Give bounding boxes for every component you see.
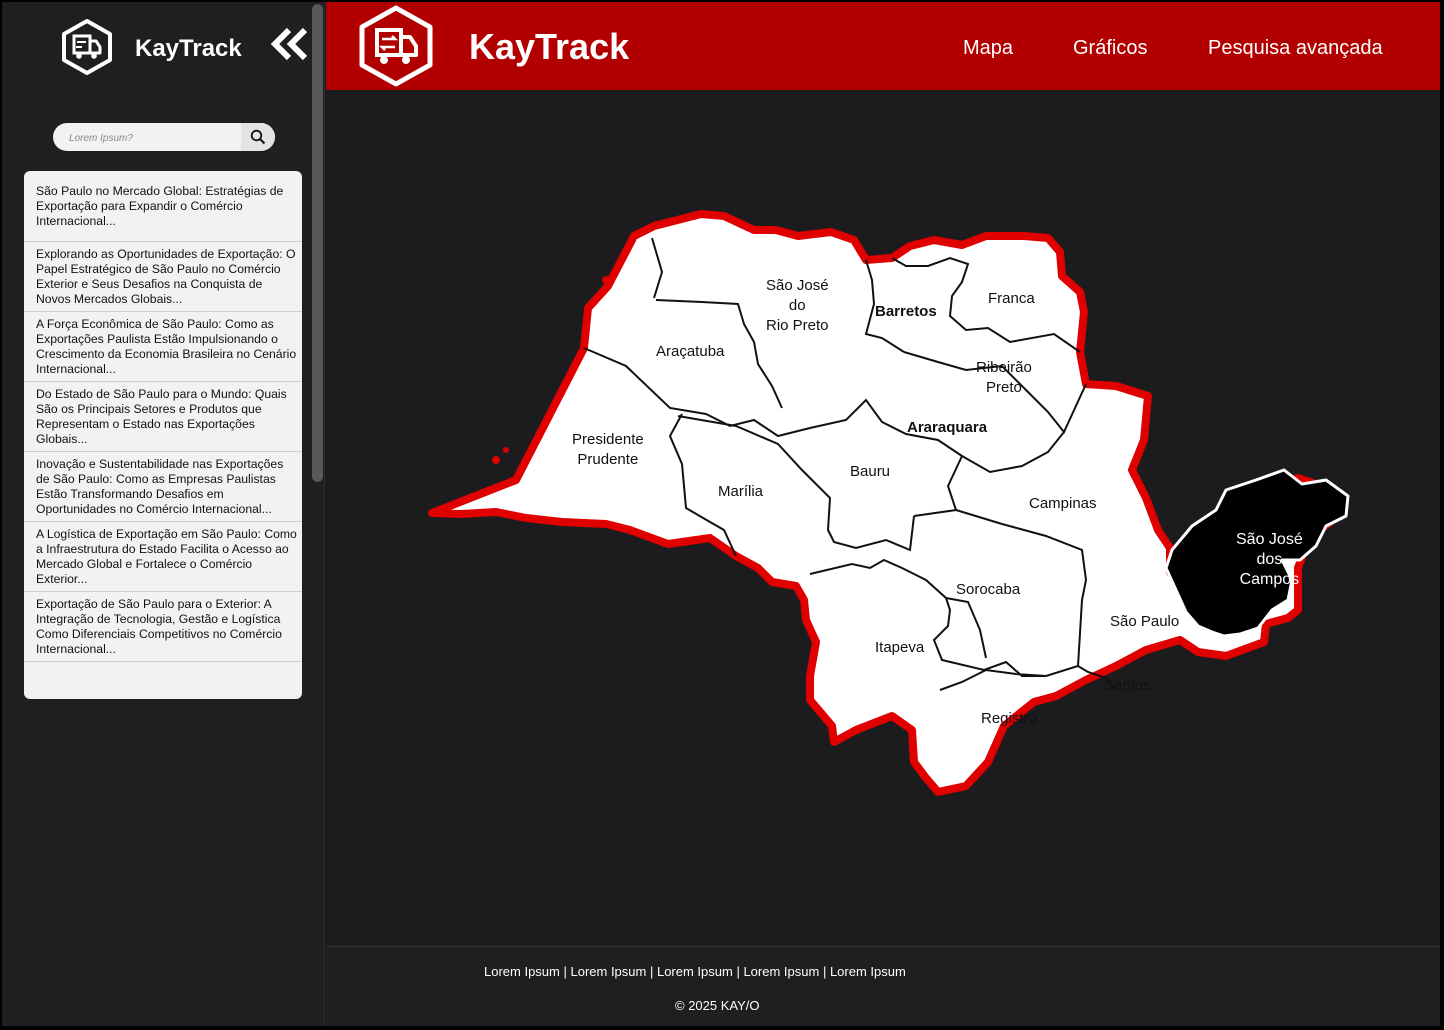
footer-link[interactable]: Lorem Ipsum [657, 964, 733, 979]
sidebar-scrollbar[interactable] [312, 4, 323, 482]
sao-paulo-map [428, 210, 1350, 796]
region-label-sao-paulo[interactable]: São Paulo [1110, 612, 1179, 632]
nav-pesquisa-avancada[interactable]: Pesquisa avançada [1208, 37, 1383, 60]
map-area: São José do Rio Preto Barretos Franca Ar… [326, 90, 1440, 946]
sidebar: KayTrack São Paulo no Mercado Global: Es… [2, 2, 325, 1026]
region-label-barretos[interactable]: Barretos [875, 302, 937, 322]
truck-logo-icon [357, 4, 435, 88]
top-header: KayTrack Mapa Gráficos Pesquisa avançada [326, 2, 1440, 90]
search-icon [250, 129, 266, 145]
footer-link[interactable]: Lorem Ipsum [484, 964, 560, 979]
search-box [53, 123, 275, 153]
search-button[interactable] [241, 123, 275, 151]
region-label-sorocaba[interactable]: Sorocaba [956, 580, 1020, 600]
news-item[interactable]: São Paulo no Mercado Global: Estratégias… [24, 171, 302, 242]
region-label-santos[interactable]: Santos [1104, 676, 1151, 696]
footer: Lorem Ipsum | Lorem Ipsum | Lorem Ipsum … [326, 946, 1440, 1026]
footer-link[interactable]: Lorem Ipsum [570, 964, 646, 979]
region-label-araraquara[interactable]: Araraquara [907, 418, 987, 438]
footer-links: Lorem Ipsum | Lorem Ipsum | Lorem Ipsum … [484, 964, 906, 979]
news-item[interactable]: Do Estado de São Paulo para o Mundo: Qua… [24, 382, 302, 452]
region-label-ribeirao-preto[interactable]: Ribeirão Preto [976, 358, 1032, 398]
footer-link[interactable]: Lorem Ipsum [830, 964, 906, 979]
app-frame: KayTrack São Paulo no Mercado Global: Es… [2, 2, 1440, 1026]
news-item[interactable]: Explorando as Oportunidades de Exportaçã… [24, 242, 302, 312]
region-label-presidente-prudente[interactable]: Presidente Prudente [572, 430, 644, 470]
region-label-marilia[interactable]: Marília [718, 482, 763, 502]
region-label-sao-jose-do-rio-preto[interactable]: São José do Rio Preto [766, 276, 829, 336]
news-list: São Paulo no Mercado Global: Estratégias… [24, 171, 302, 699]
footer-link[interactable]: Lorem Ipsum [743, 964, 819, 979]
nav-mapa[interactable]: Mapa [963, 37, 1013, 60]
region-label-sao-jose-dos-campos[interactable]: São José dos Campos [1236, 530, 1303, 590]
app-title: KayTrack [469, 26, 630, 67]
news-item[interactable]: Inovação e Sustentabilidade nas Exportaç… [24, 452, 302, 522]
sidebar-app-title: KayTrack [135, 35, 242, 62]
copyright: © 2025 KAY/O [675, 998, 760, 1013]
region-label-franca[interactable]: Franca [988, 289, 1035, 309]
collapse-sidebar-icon[interactable] [269, 26, 311, 62]
news-item[interactable]: A Logística de Exportação em São Paulo: … [24, 522, 302, 592]
region-label-itapeva[interactable]: Itapeva [875, 638, 924, 658]
truck-logo-icon [60, 18, 114, 76]
news-item[interactable]: Exportação de São Paulo para o Exterior:… [24, 592, 302, 662]
region-label-campinas[interactable]: Campinas [1029, 494, 1097, 514]
region-label-bauru[interactable]: Bauru [850, 462, 890, 482]
region-label-aracatuba[interactable]: Araçatuba [656, 342, 724, 362]
state-outline [428, 210, 1342, 796]
region-label-registro[interactable]: Registro [981, 709, 1037, 729]
news-item[interactable]: A Força Econômica de São Paulo: Como as … [24, 312, 302, 382]
search-input[interactable] [67, 123, 241, 153]
nav-graficos[interactable]: Gráficos [1073, 37, 1147, 60]
